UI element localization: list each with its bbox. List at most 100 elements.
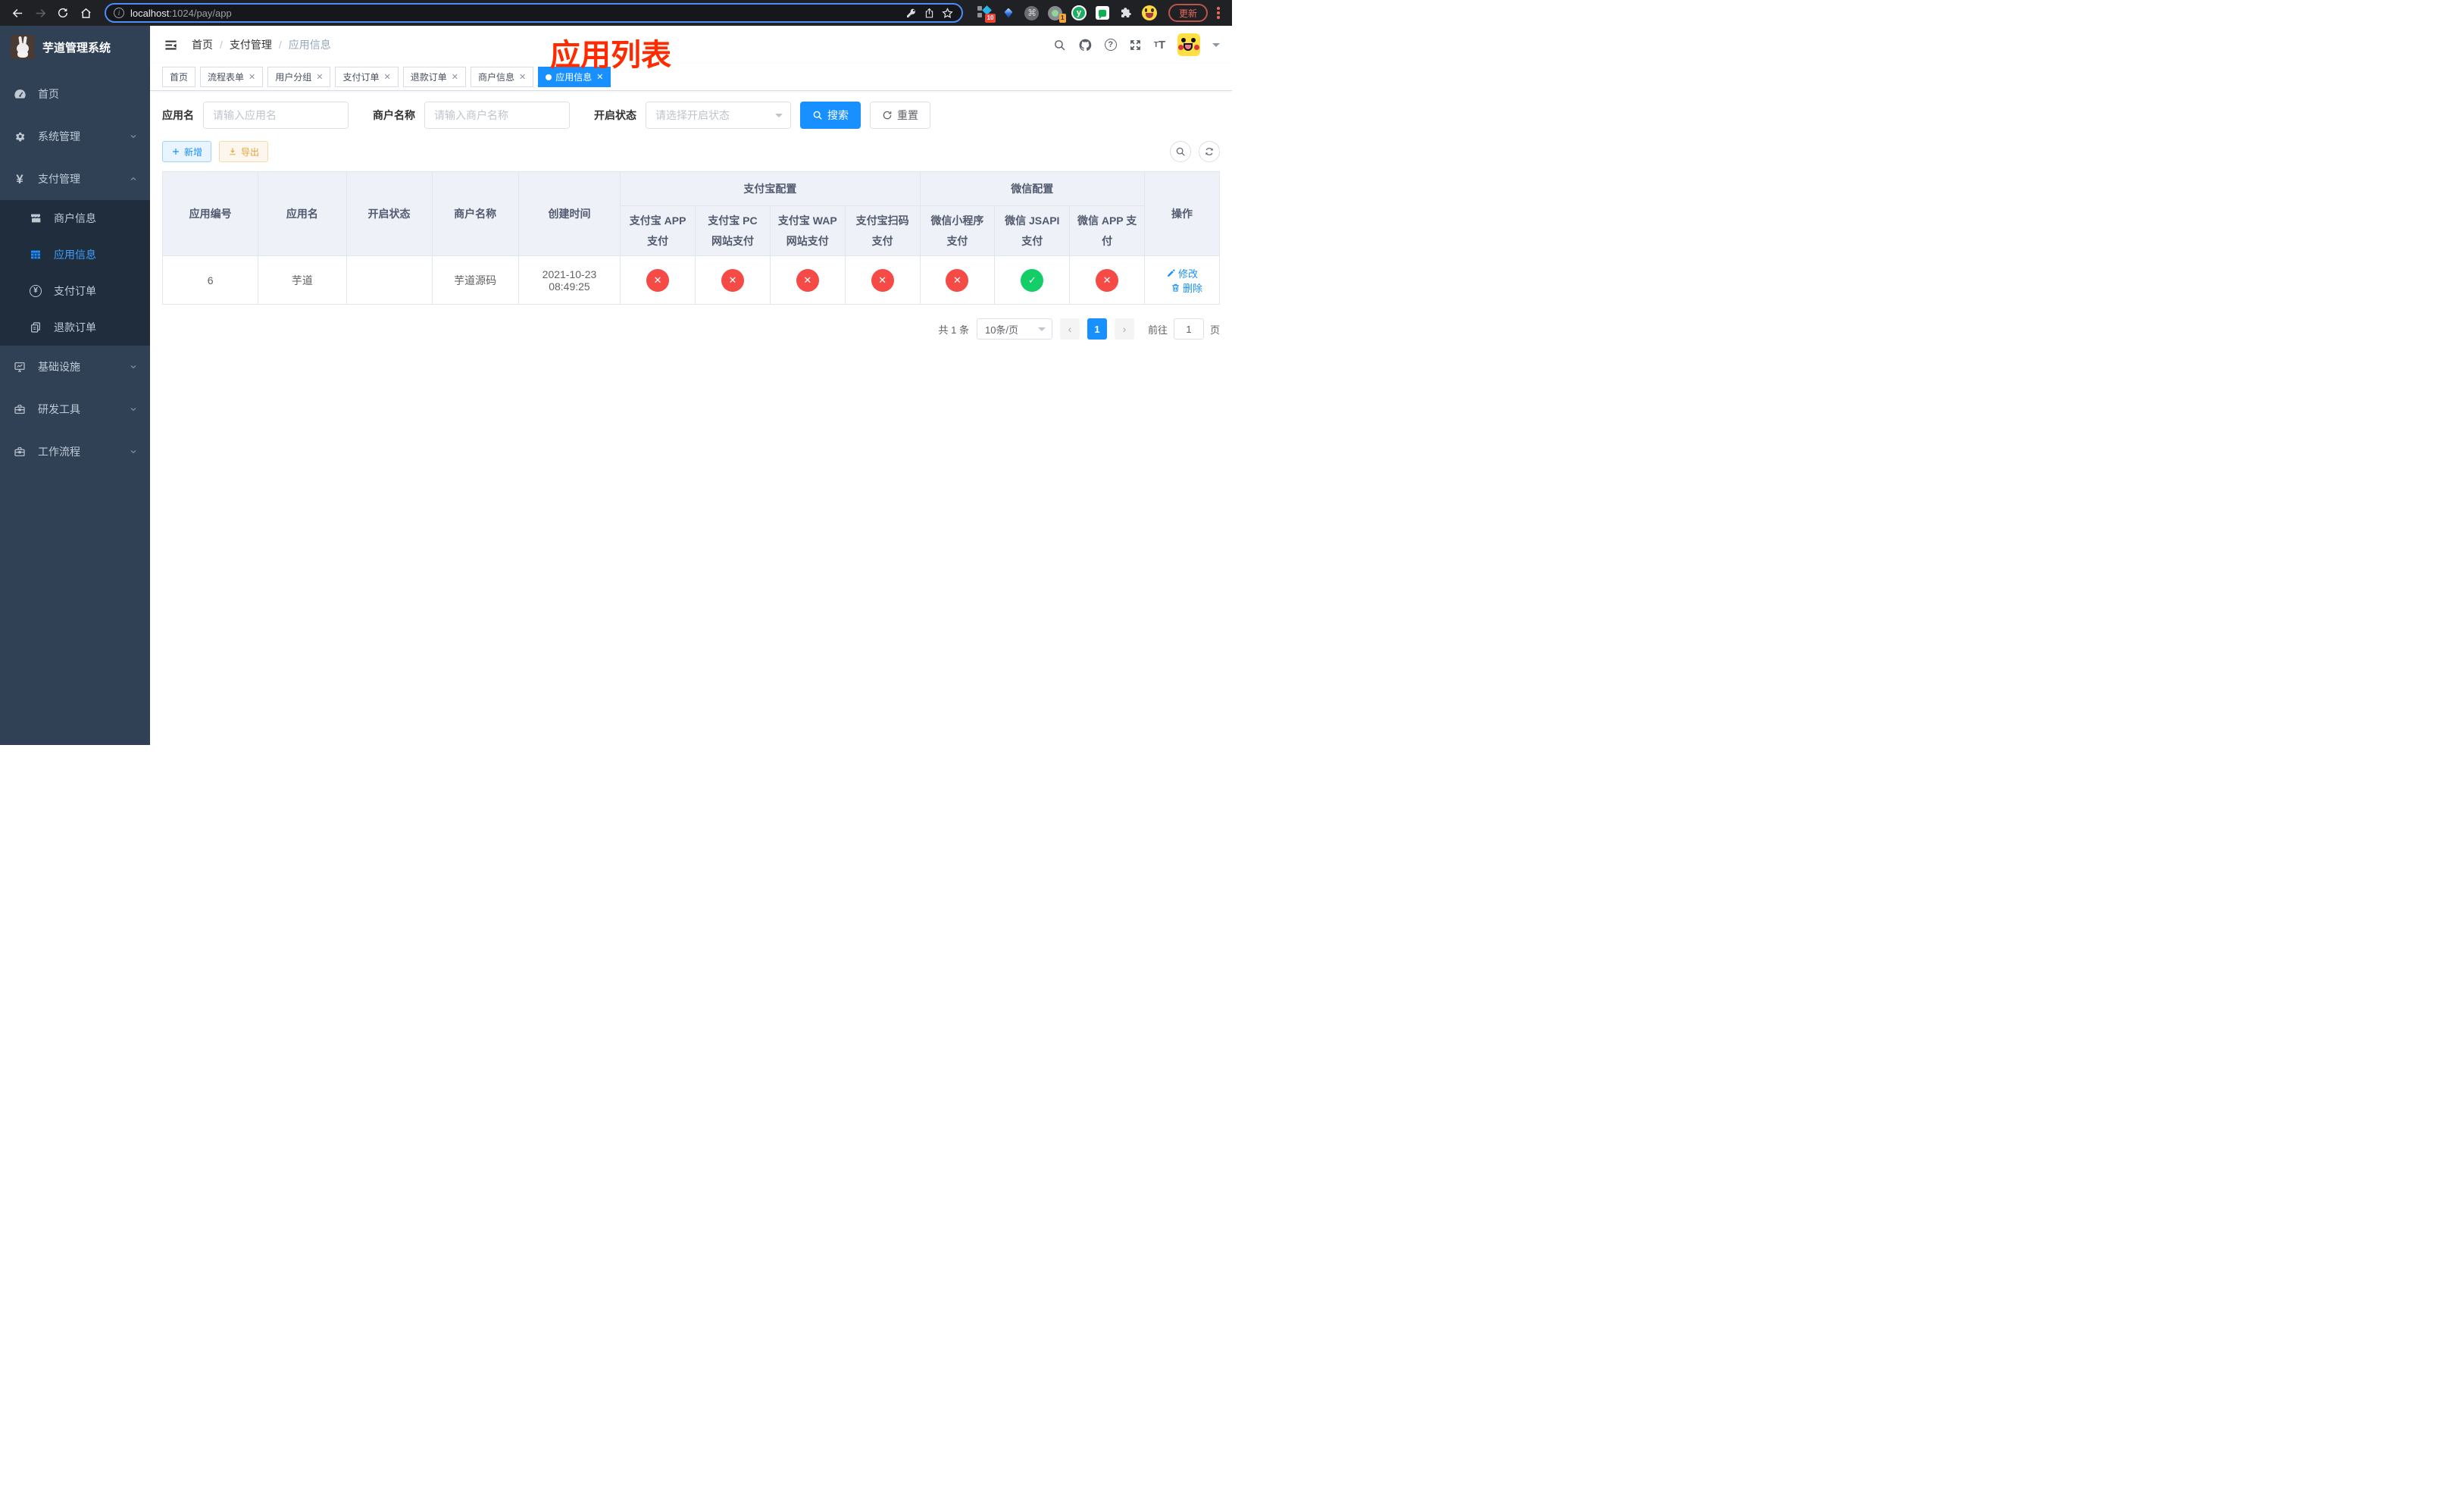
extension-recorder-icon[interactable]: 1: [1047, 5, 1066, 23]
delete-link[interactable]: 删除: [1171, 280, 1202, 295]
sidebar-collapse-icon[interactable]: [161, 35, 181, 55]
status-x-icon[interactable]: [796, 268, 819, 292]
sidebar-item-home[interactable]: 首页: [0, 73, 150, 115]
tag-user-group[interactable]: 用户分组 ✕: [267, 67, 331, 87]
table-toolbar: 新增 导出: [162, 141, 1220, 162]
search-button[interactable]: 搜索: [800, 102, 861, 129]
sidebar-item-merchant-info[interactable]: 商户信息: [0, 200, 150, 236]
close-icon[interactable]: ✕: [452, 72, 458, 82]
app-name-input[interactable]: [203, 102, 349, 129]
extension-command-icon[interactable]: ⌘: [1024, 5, 1040, 21]
url-bar[interactable]: i localhost:1024/pay/app: [105, 3, 963, 23]
prev-page-button[interactable]: ‹: [1059, 318, 1080, 340]
reload-icon[interactable]: [53, 3, 73, 23]
goto-prefix: 前往: [1147, 324, 1168, 336]
cell-alipay-app: [620, 255, 696, 305]
refresh-button[interactable]: [1199, 141, 1220, 162]
tag-home[interactable]: 首页: [162, 67, 196, 87]
chevron-up-icon: [129, 174, 138, 183]
extension-pinned-icon[interactable]: 10: [977, 5, 996, 23]
status-x-icon[interactable]: [646, 268, 670, 292]
reset-button[interactable]: 重置: [870, 102, 930, 129]
chevron-down-icon: [775, 113, 783, 121]
tag-payment-orders[interactable]: 支付订单 ✕: [335, 67, 399, 87]
home-icon[interactable]: [76, 3, 95, 23]
sidebar-item-dev-tools[interactable]: 研发工具: [0, 388, 150, 430]
export-button[interactable]: 导出: [219, 141, 269, 162]
goto-page-input[interactable]: [1173, 318, 1204, 340]
url-path: :1024/pay/app: [169, 7, 232, 19]
tag-label: 商户信息: [477, 72, 514, 83]
breadcrumb-home[interactable]: 首页: [192, 37, 213, 52]
share-icon[interactable]: [924, 8, 935, 19]
sidebar-item-infrastructure[interactable]: 基础设施: [0, 346, 150, 388]
sidebar-item-workflow[interactable]: 工作流程: [0, 430, 150, 473]
column-header-alipay-wap: 支付宝 WAP 网站支付: [769, 205, 846, 257]
sidebar-menu: 首页 系统管理 ¥ 支付管理 商户信息 应用信息 ¥ 支付订单 退款订单 基础设…: [0, 68, 150, 473]
status-x-icon[interactable]: [1096, 268, 1119, 292]
avatar-caret-icon[interactable]: [1212, 42, 1220, 51]
toggle-search-button[interactable]: [1170, 141, 1191, 162]
extension-kite-icon[interactable]: [1000, 5, 1017, 21]
status-x-icon[interactable]: [871, 268, 894, 292]
help-icon[interactable]: ?: [1104, 39, 1117, 51]
tag-process-form[interactable]: 流程表单 ✕: [200, 67, 264, 87]
browser-update-button[interactable]: 更新: [1168, 4, 1208, 22]
edit-link[interactable]: 修改: [1166, 266, 1198, 280]
page-content: 应用名 商户名称 开启状态 请选择开启状态 搜索 重置: [150, 91, 1232, 745]
yen-icon: ¥: [16, 171, 23, 186]
close-icon[interactable]: ✕: [316, 72, 323, 82]
extension-chat-icon[interactable]: [1094, 5, 1111, 21]
chevron-down-icon: [1037, 327, 1046, 335]
status-x-icon[interactable]: [721, 268, 744, 292]
close-icon[interactable]: ✕: [519, 72, 526, 82]
fullscreen-icon[interactable]: [1129, 39, 1142, 52]
tag-merchant-info[interactable]: 商户信息 ✕: [470, 67, 534, 87]
cell-merchant: 芋道源码: [431, 255, 519, 305]
edit-link-label: 修改: [1178, 268, 1199, 280]
url-text[interactable]: localhost:1024/pay/app: [130, 8, 232, 19]
extension-emoji-icon[interactable]: [1141, 5, 1158, 21]
tag-refund-orders[interactable]: 退款订单 ✕: [402, 67, 466, 87]
extension-yuque-icon[interactable]: y: [1071, 5, 1087, 21]
font-size-icon[interactable]: TT: [1154, 39, 1165, 52]
close-icon[interactable]: ✕: [384, 72, 391, 82]
breadcrumb-payment[interactable]: 支付管理: [230, 37, 272, 52]
tag-app-info[interactable]: 应用信息 ✕: [538, 67, 611, 87]
sidebar-item-refund-orders[interactable]: 退款订单: [0, 309, 150, 346]
forward-icon[interactable]: [30, 3, 50, 23]
status-x-icon[interactable]: [946, 268, 969, 292]
site-info-icon[interactable]: i: [114, 8, 124, 18]
add-button[interactable]: 新增: [162, 141, 212, 162]
tag-label: 流程表单: [208, 72, 245, 83]
status-check-icon[interactable]: [1021, 268, 1044, 292]
sidebar-logo[interactable]: 芋道管理系统: [0, 26, 150, 68]
sidebar-item-system[interactable]: 系统管理: [0, 115, 150, 158]
bookmark-star-icon[interactable]: [941, 7, 954, 20]
search-icon[interactable]: [1053, 39, 1066, 52]
sidebar-item-payment[interactable]: ¥ 支付管理: [0, 158, 150, 200]
password-key-icon[interactable]: [905, 7, 918, 19]
avatar[interactable]: [1177, 33, 1200, 56]
sidebar-item-payment-orders[interactable]: ¥ 支付订单: [0, 273, 150, 309]
next-page-button[interactable]: ›: [1114, 318, 1134, 340]
browser-menu-kebab-icon[interactable]: [1212, 5, 1224, 21]
sidebar-item-app-info[interactable]: 应用信息: [0, 236, 150, 273]
table-row: 6 芋道 芋道源码 2021-10-23 08:49:25 ✕ ✕ ✕ ✕ ✕ …: [161, 255, 1220, 305]
page-number-1[interactable]: 1: [1087, 318, 1107, 340]
pagination-total: 共 1 条: [938, 324, 969, 336]
page-size-select[interactable]: 10条/页: [976, 318, 1052, 340]
back-icon[interactable]: [8, 3, 27, 23]
sidebar-item-label: 首页: [38, 88, 59, 100]
status-select[interactable]: 请选择开启状态: [646, 102, 791, 129]
toolbox-icon: [13, 446, 27, 458]
status-label: 开启状态: [594, 109, 636, 121]
extensions-puzzle-icon[interactable]: [1118, 5, 1134, 21]
page-size-value: 10条/页: [984, 324, 1019, 336]
chevron-down-icon: [129, 447, 138, 456]
merchant-name-input[interactable]: [424, 102, 570, 129]
github-icon[interactable]: [1078, 38, 1093, 52]
close-icon[interactable]: ✕: [249, 72, 255, 82]
logo-rabbit-image: [11, 35, 35, 59]
close-icon[interactable]: ✕: [596, 72, 603, 82]
